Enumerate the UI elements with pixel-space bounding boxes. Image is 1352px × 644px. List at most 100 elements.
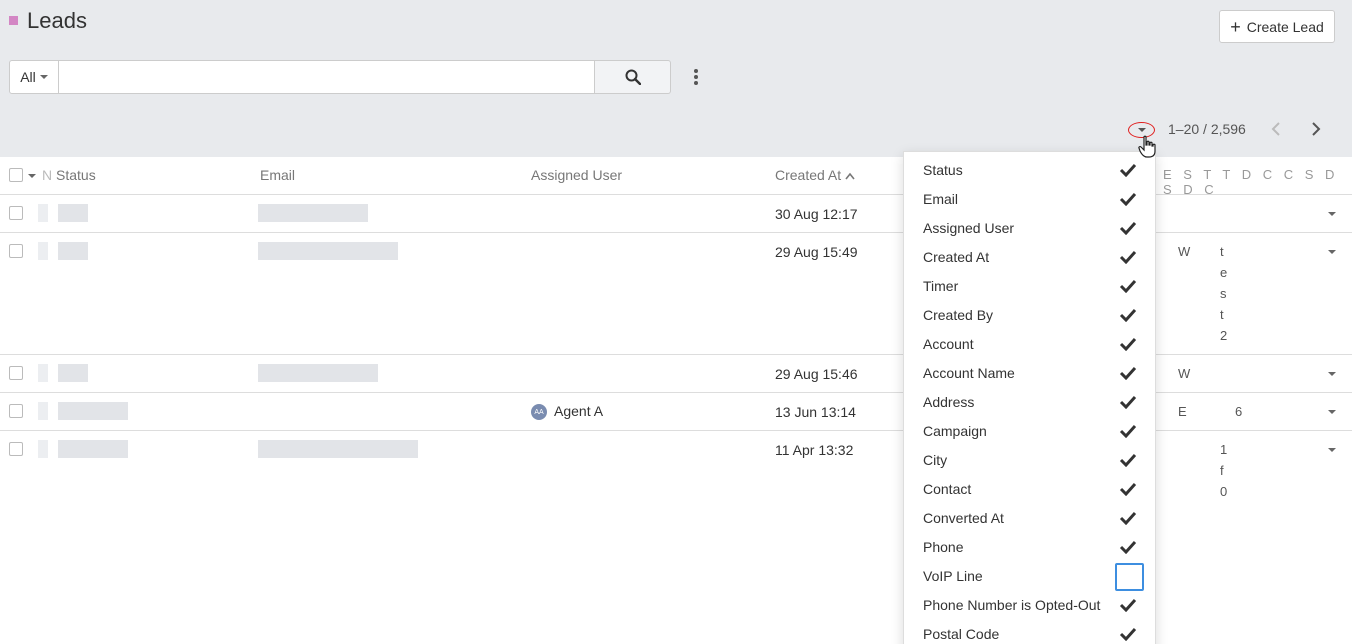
row-actions-icon[interactable] <box>1328 372 1336 376</box>
redacted-email <box>258 242 398 260</box>
check-icon <box>1119 366 1137 380</box>
created-at-value: 29 Aug 15:49 <box>775 244 858 260</box>
column-option[interactable]: Campaign <box>904 417 1155 446</box>
check-icon <box>1119 250 1137 264</box>
column-option[interactable]: VoIP Line <box>904 562 1155 591</box>
page-header: Leads + Create Lead All 1–20 / 2,596 <box>0 0 1352 157</box>
created-at-value: 30 Aug 12:17 <box>775 206 858 222</box>
header-email[interactable]: Email <box>260 167 295 183</box>
redacted-status <box>58 242 88 260</box>
header-assigned-user[interactable]: Assigned User <box>531 167 622 183</box>
chevron-down-icon <box>39 75 48 79</box>
check-icon <box>1119 540 1137 554</box>
row-checkbox[interactable] <box>9 404 23 418</box>
created-at-value: 29 Aug 15:46 <box>775 366 858 382</box>
redacted-name <box>38 440 48 458</box>
row-actions-icon[interactable] <box>1328 250 1336 254</box>
redacted-name <box>38 364 48 382</box>
column-visibility-menu: Status Email Assigned User Created At Timer C… <box>903 151 1156 644</box>
column-option-label: Created By <box>923 307 994 323</box>
column-option-label: Account <box>923 336 974 352</box>
search-input[interactable] <box>59 60 595 94</box>
column-option-label: Converted At <box>923 510 1004 526</box>
pagination-range: 1–20 / 2,596 <box>1168 121 1246 137</box>
column-option-label: Contact <box>923 481 972 497</box>
column-option-label: Email <box>923 191 959 207</box>
check-icon <box>1119 337 1137 351</box>
column-option[interactable]: Created By <box>904 301 1155 330</box>
header-created-at[interactable]: Created At <box>775 167 855 183</box>
column-option-label: City <box>923 452 948 468</box>
check-icon <box>1119 395 1137 409</box>
assigned-user-name: Agent A <box>554 403 604 419</box>
redacted-email <box>258 440 418 458</box>
column-option[interactable]: Contact <box>904 475 1155 504</box>
column-option[interactable]: Phone Number is Opted-Out <box>904 591 1155 620</box>
column-option[interactable]: Timer <box>904 272 1155 301</box>
column-option-label: Status <box>923 162 963 178</box>
column-option[interactable]: Postal Code <box>904 620 1155 644</box>
column-option[interactable]: City <box>904 446 1155 475</box>
search-button[interactable] <box>595 60 671 94</box>
check-icon <box>1119 192 1137 206</box>
kebab-icon[interactable] <box>692 69 700 85</box>
row-checkbox[interactable] <box>9 442 23 456</box>
column-option[interactable]: Account Name <box>904 359 1155 388</box>
row-checkbox[interactable] <box>9 244 23 258</box>
check-icon <box>1119 627 1137 641</box>
chevron-down-icon[interactable] <box>28 174 36 178</box>
column-option-label: Postal Code <box>923 626 1000 642</box>
check-icon <box>1119 163 1137 177</box>
row-checkbox[interactable] <box>9 366 23 380</box>
column-option-label: VoIP Line <box>923 568 983 584</box>
unchecked-focus-box[interactable] <box>1115 563 1144 591</box>
column-option[interactable]: Created At <box>904 243 1155 272</box>
header-extra-columns[interactable]: E S T T D C C S D S D C <box>1163 167 1352 197</box>
column-option-label: Address <box>923 394 975 410</box>
check-icon <box>1119 453 1137 467</box>
column-option[interactable]: Status <box>904 156 1155 185</box>
column-option[interactable]: Assigned User <box>904 214 1155 243</box>
row-actions-icon[interactable] <box>1328 212 1336 216</box>
assigned-user-cell[interactable]: AA Agent A <box>531 403 604 421</box>
column-option[interactable]: Email <box>904 185 1155 214</box>
check-icon <box>1119 482 1137 496</box>
column-option[interactable]: Converted At <box>904 504 1155 533</box>
column-option-label: Created At <box>923 249 990 265</box>
column-option[interactable]: Account <box>904 330 1155 359</box>
create-lead-label: Create Lead <box>1246 18 1324 35</box>
row-checkbox[interactable] <box>9 206 23 220</box>
row-actions-icon[interactable] <box>1328 410 1336 414</box>
redacted-name <box>38 402 48 420</box>
check-icon <box>1119 279 1137 293</box>
column-option[interactable]: Address <box>904 388 1155 417</box>
check-icon <box>1119 308 1137 322</box>
avatar: AA <box>531 404 547 421</box>
redacted-email <box>258 364 378 382</box>
redacted-name <box>38 204 48 222</box>
check-icon <box>1119 598 1137 612</box>
select-all-checkbox[interactable] <box>9 168 23 182</box>
column-option[interactable]: Phone <box>904 533 1155 562</box>
search-bar: All <box>9 60 671 94</box>
header-created-at-label: Created At <box>775 167 842 183</box>
redacted-status <box>58 440 128 458</box>
extra-cell: 6 <box>1235 404 1243 419</box>
check-icon <box>1119 511 1137 525</box>
column-option-label: Timer <box>923 278 959 294</box>
check-icon <box>1119 424 1137 438</box>
chevron-right-icon[interactable] <box>1308 120 1324 138</box>
redacted-status <box>58 364 88 382</box>
created-at-value: 13 Jun 13:14 <box>775 404 856 420</box>
column-option-label: Assigned User <box>923 220 1015 236</box>
filter-select[interactable]: All <box>9 60 59 94</box>
chevron-left-icon[interactable] <box>1268 120 1284 138</box>
extra-cell: W <box>1178 244 1191 259</box>
create-lead-button[interactable]: + Create Lead <box>1219 10 1335 43</box>
page-title: Leads <box>27 8 87 33</box>
row-actions-icon[interactable] <box>1328 448 1336 452</box>
created-at-value: 11 Apr 13:32 <box>775 442 854 458</box>
header-status[interactable]: Status <box>56 167 96 183</box>
redacted-email <box>258 204 368 222</box>
header-name[interactable]: N <box>42 167 52 183</box>
